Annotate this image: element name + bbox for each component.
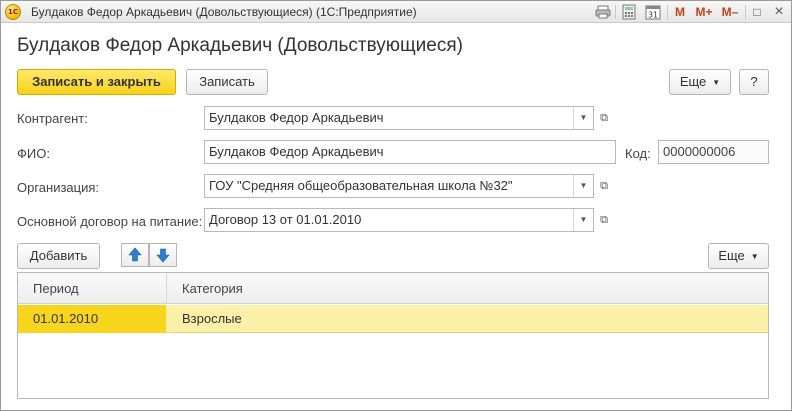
fio-value: Булдаков Федор Аркадьевич xyxy=(209,144,384,159)
counterparty-field[interactable]: Булдаков Федор Аркадьевич ▼ xyxy=(204,106,594,130)
window-title: Булдаков Федор Аркадьевич (Довольствующи… xyxy=(31,5,417,19)
caret-down-icon: ▼ xyxy=(750,252,759,261)
open-contract-icon[interactable]: ⧉ xyxy=(594,208,614,232)
table-more-label: Еще xyxy=(718,248,745,263)
app-logo-icon[interactable]: 1С xyxy=(5,4,21,20)
table-row[interactable]: 01.01.2010 Взрослые xyxy=(18,305,768,333)
arrow-down-icon xyxy=(156,248,170,263)
dropdown-icon[interactable]: ▼ xyxy=(573,175,593,197)
code-value: 0000000006 xyxy=(663,144,736,159)
fio-label: ФИО: xyxy=(17,146,50,161)
add-row-button[interactable]: Добавить xyxy=(17,243,100,269)
save-button[interactable]: Записать xyxy=(186,69,268,95)
memory-plus-button[interactable]: M+ xyxy=(693,4,715,20)
calculator-icon[interactable] xyxy=(621,4,637,20)
column-header-period[interactable]: Период xyxy=(18,273,166,304)
memory-m-button[interactable]: M xyxy=(673,4,687,20)
caret-down-icon: ▼ xyxy=(712,78,721,87)
move-down-button[interactable] xyxy=(149,243,177,267)
page-title: Булдаков Федор Аркадьевич (Довольствующи… xyxy=(17,35,463,56)
code-label: Код: xyxy=(625,146,651,161)
code-field[interactable]: 0000000006 xyxy=(658,140,769,164)
title-bar: 1С Булдаков Федор Аркадьевич (Довольству… xyxy=(1,1,791,23)
restore-window-button[interactable]: □ xyxy=(749,4,765,20)
contract-field[interactable]: Договор 13 от 01.01.2010 ▼ xyxy=(204,208,594,232)
toolbar-separator xyxy=(615,5,616,19)
svg-text:31: 31 xyxy=(648,11,658,20)
dropdown-icon[interactable]: ▼ xyxy=(573,209,593,231)
calendar-icon[interactable]: 31 xyxy=(645,4,661,20)
counterparty-label: Контрагент: xyxy=(17,111,88,126)
organization-value: ГОУ "Средняя общеобразовательная школа №… xyxy=(209,178,513,193)
move-up-button[interactable] xyxy=(121,243,149,267)
toolbar-separator xyxy=(667,5,668,19)
categories-table[interactable]: Период Категория 01.01.2010 Взрослые xyxy=(17,272,769,399)
print-icon[interactable] xyxy=(595,4,611,20)
close-window-button[interactable]: × xyxy=(771,4,787,20)
table-header: Период Категория xyxy=(18,273,768,304)
category-cell[interactable]: Взрослые xyxy=(167,305,242,333)
arrow-up-icon xyxy=(128,247,142,262)
open-organization-icon[interactable]: ⧉ xyxy=(594,174,614,198)
form-window: 1С Булдаков Федор Аркадьевич (Довольству… xyxy=(0,0,792,411)
organization-field[interactable]: ГОУ "Средняя общеобразовательная школа №… xyxy=(204,174,594,198)
table-more-menu-button[interactable]: Еще ▼ xyxy=(708,243,769,269)
period-cell[interactable]: 01.01.2010 xyxy=(18,305,166,333)
contract-value: Договор 13 от 01.01.2010 xyxy=(209,212,362,227)
more-menu-button[interactable]: Еще ▼ xyxy=(669,69,731,95)
help-button[interactable]: ? xyxy=(739,69,769,95)
counterparty-value: Булдаков Федор Аркадьевич xyxy=(209,110,384,125)
contract-label: Основной договор на питание: xyxy=(17,214,203,229)
organization-label: Организация: xyxy=(17,180,100,195)
dropdown-icon[interactable]: ▼ xyxy=(573,107,593,129)
toolbar-separator xyxy=(745,5,746,19)
fio-field[interactable]: Булдаков Федор Аркадьевич xyxy=(204,140,616,164)
more-label: Еще xyxy=(679,74,707,89)
open-counterparty-icon[interactable]: ⧉ xyxy=(594,106,614,130)
column-header-category[interactable]: Категория xyxy=(167,273,243,304)
save-and-close-button[interactable]: Записать и закрыть xyxy=(17,69,176,95)
memory-minus-button[interactable]: M– xyxy=(719,4,741,20)
